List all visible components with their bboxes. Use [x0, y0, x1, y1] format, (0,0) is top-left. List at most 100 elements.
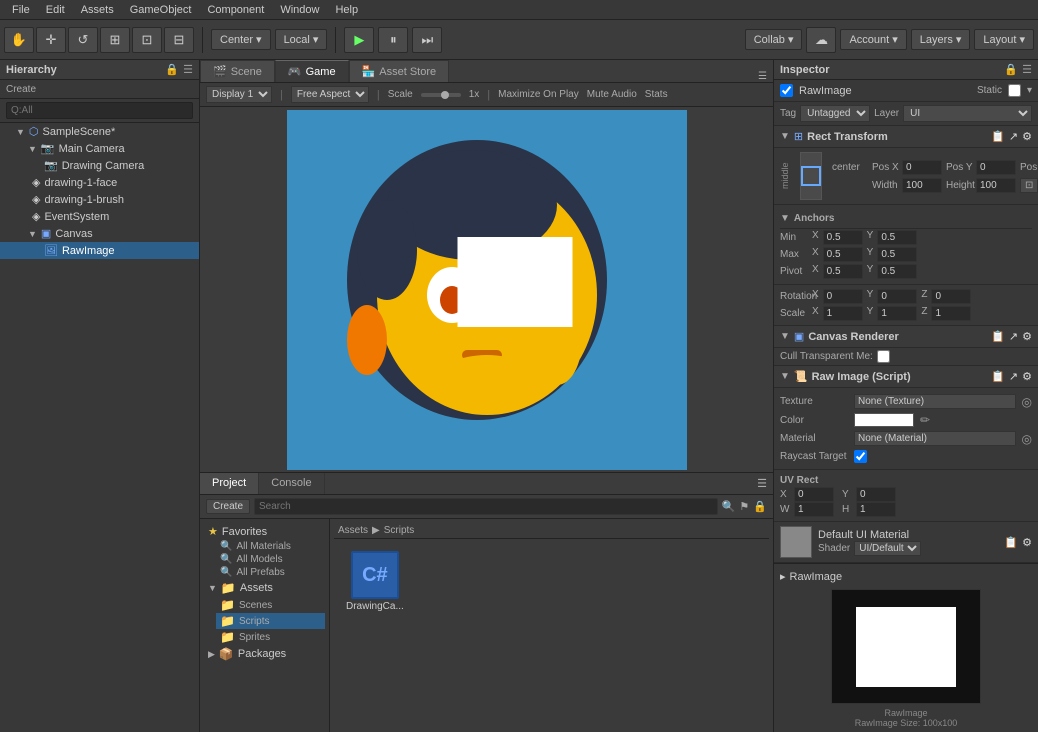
- height-input[interactable]: [976, 178, 1016, 193]
- layout-button[interactable]: Layout ▾: [974, 29, 1034, 50]
- menu-file[interactable]: File: [4, 4, 38, 16]
- lock-icon-project[interactable]: 🔒: [753, 500, 767, 513]
- filter-icon[interactable]: ⚑: [739, 500, 749, 513]
- step-button[interactable]: ⏭: [412, 27, 442, 53]
- static-checkbox[interactable]: [1008, 84, 1021, 97]
- rect-settings-icon[interactable]: 📋: [991, 130, 1005, 143]
- mute-label[interactable]: Mute Audio: [587, 89, 637, 100]
- console-tab[interactable]: Console: [259, 473, 324, 494]
- maximize-label[interactable]: Maximize On Play: [498, 89, 579, 100]
- menu-assets[interactable]: Assets: [73, 4, 122, 16]
- rect-preview[interactable]: [800, 152, 822, 200]
- canvas-ref-icon[interactable]: ↗: [1009, 330, 1018, 343]
- tree-item-brush[interactable]: ◈ drawing-1-brush: [0, 191, 199, 208]
- uv-y-input[interactable]: [856, 487, 896, 502]
- pause-button[interactable]: ⏸: [378, 27, 408, 53]
- material-picker-icon[interactable]: ◎: [1022, 432, 1032, 446]
- uv-h-input[interactable]: [856, 502, 896, 517]
- tab-game[interactable]: 🎮 Game: [275, 60, 349, 82]
- tree-item-face[interactable]: ◈ drawing-1-face: [0, 174, 199, 191]
- tree-item-eventsystem[interactable]: ◈ EventSystem: [0, 208, 199, 225]
- packages-folder[interactable]: ▶ 📦 Packages: [204, 645, 325, 663]
- raw-image-header[interactable]: ▼ 📜 Raw Image (Script) 📋 ↗ ⚙: [774, 366, 1038, 388]
- menu-edit[interactable]: Edit: [38, 4, 73, 16]
- rawimg-ref-icon[interactable]: ↗: [1009, 370, 1018, 383]
- tag-select[interactable]: Untagged: [800, 105, 870, 122]
- all-models-item[interactable]: 🔍 All Models: [216, 553, 325, 566]
- tree-item-rawimage[interactable]: 🖼 RawImage: [0, 242, 199, 259]
- collab-button[interactable]: Collab ▾: [745, 29, 803, 50]
- scale-y-input[interactable]: [877, 306, 917, 321]
- cloud-button[interactable]: ☁: [806, 27, 836, 53]
- favorites-folder[interactable]: ★ Favorites: [204, 523, 325, 540]
- menu-component[interactable]: Component: [199, 4, 272, 16]
- hierarchy-search-input[interactable]: [6, 102, 193, 119]
- menu-help[interactable]: Help: [327, 4, 366, 16]
- pos-x-input[interactable]: [902, 160, 942, 175]
- tab-menu-icon[interactable]: ☰: [752, 71, 773, 82]
- assets-folder[interactable]: ▼ 📁 Assets: [204, 579, 325, 597]
- rawimage-preview-arrow[interactable]: ▸: [780, 570, 786, 583]
- layer-select[interactable]: UI: [903, 105, 1032, 122]
- rot-x-input[interactable]: [823, 289, 863, 304]
- all-prefabs-item[interactable]: 🔍 All Prefabs: [216, 566, 325, 579]
- inspector-lock-icon[interactable]: 🔒: [1004, 63, 1018, 76]
- rawimg-menu-icon[interactable]: ⚙: [1022, 370, 1032, 383]
- color-picker-icon[interactable]: ✏: [920, 413, 930, 427]
- stats-label[interactable]: Stats: [645, 89, 668, 100]
- tree-item-maincamera[interactable]: ▼ 📷 Main Camera: [0, 140, 199, 157]
- asset-item-drawingca[interactable]: C# DrawingCa...: [342, 547, 408, 616]
- material-menu-icon[interactable]: ⚙: [1022, 536, 1032, 549]
- shader-select[interactable]: UI/Default: [854, 541, 921, 556]
- tab-scene[interactable]: 🎬 Scene: [200, 60, 275, 82]
- raycast-checkbox[interactable]: [854, 450, 867, 463]
- inspector-menu-icon[interactable]: ☰: [1022, 63, 1032, 76]
- object-active-checkbox[interactable]: [780, 84, 793, 97]
- scale-x-input[interactable]: [823, 306, 863, 321]
- project-tab[interactable]: Project: [200, 473, 259, 494]
- scenes-folder-item[interactable]: 📁 Scenes: [216, 597, 325, 613]
- canvas-settings-icon[interactable]: 📋: [991, 330, 1005, 343]
- min-y-input[interactable]: [877, 230, 917, 245]
- pivot-y-input[interactable]: [877, 264, 917, 279]
- anchors-header[interactable]: ▼ Anchors: [780, 209, 1032, 229]
- width-input[interactable]: [902, 178, 942, 193]
- blueprint-btn[interactable]: ⊡: [1020, 178, 1038, 193]
- local-button[interactable]: Local ▾: [275, 29, 328, 50]
- max-x-input[interactable]: [823, 247, 863, 262]
- rawimg-settings-icon[interactable]: 📋: [991, 370, 1005, 383]
- pivot-x-input[interactable]: [823, 264, 863, 279]
- transform-tool[interactable]: ⊟: [164, 27, 194, 53]
- center-button[interactable]: Center ▾: [211, 29, 271, 50]
- project-search-input[interactable]: [254, 498, 718, 515]
- texture-picker-icon[interactable]: ◎: [1022, 395, 1032, 409]
- max-y-input[interactable]: [877, 247, 917, 262]
- hierarchy-menu-icon[interactable]: ☰: [183, 63, 193, 76]
- tree-item-canvas[interactable]: ▼ ▣ Canvas: [0, 225, 199, 242]
- account-button[interactable]: Account ▾: [840, 29, 906, 50]
- material-copy-icon[interactable]: 📋: [1004, 536, 1018, 549]
- canvas-menu-icon[interactable]: ⚙: [1022, 330, 1032, 343]
- scale-z-input[interactable]: [931, 306, 971, 321]
- scale-slider[interactable]: [421, 93, 461, 97]
- scale-tool[interactable]: ⊞: [100, 27, 130, 53]
- uv-w-input[interactable]: [794, 502, 834, 517]
- tab-assetstore[interactable]: 🏪 Asset Store: [349, 60, 450, 82]
- static-dropdown-btn[interactable]: ▾: [1027, 85, 1032, 96]
- rot-y-input[interactable]: [877, 289, 917, 304]
- breadcrumb-assets[interactable]: Assets: [338, 525, 368, 536]
- aspect-select[interactable]: Free Aspect: [291, 86, 369, 103]
- layers-button[interactable]: Layers ▾: [911, 29, 971, 50]
- color-preview[interactable]: [854, 413, 914, 427]
- uv-x-input[interactable]: [794, 487, 834, 502]
- scripts-folder-item[interactable]: 📁 Scripts: [216, 613, 325, 629]
- hand-tool[interactable]: ✋: [4, 27, 34, 53]
- hierarchy-create-btn[interactable]: Create: [6, 84, 36, 95]
- rect-ref-icon[interactable]: ↗: [1009, 130, 1018, 143]
- play-button[interactable]: ▶: [344, 27, 374, 53]
- scene-view[interactable]: [200, 107, 773, 472]
- bottom-panel-menu[interactable]: ☰: [751, 473, 773, 494]
- rotate-tool[interactable]: ↺: [68, 27, 98, 53]
- display-select[interactable]: Display 1: [206, 86, 272, 103]
- move-tool[interactable]: ✛: [36, 27, 66, 53]
